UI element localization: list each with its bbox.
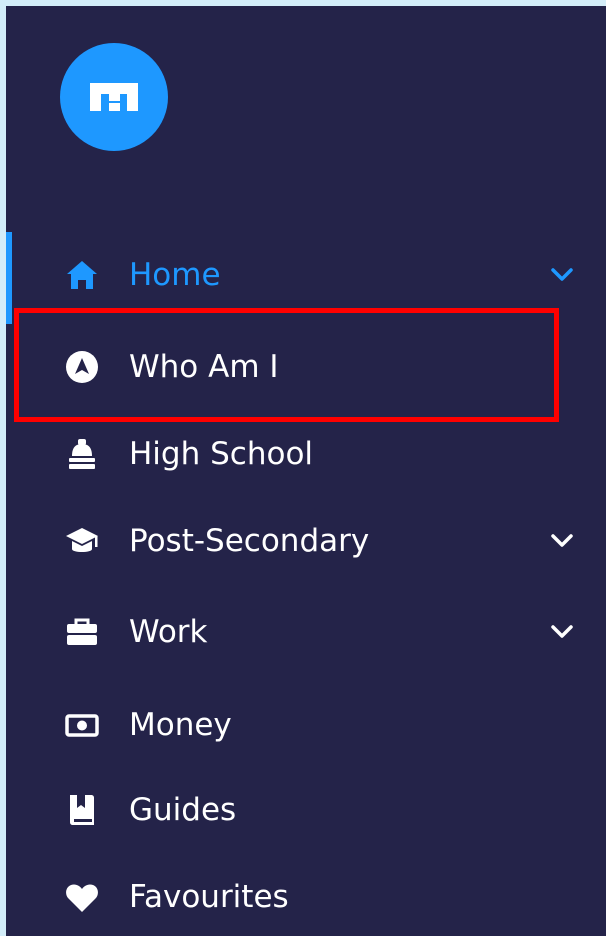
sidebar-item-label: High School (129, 436, 314, 472)
chevron-down-icon[interactable] (548, 620, 576, 644)
sidebar-item-favourites[interactable]: Favourites (6, 867, 606, 927)
sidebar-item-home[interactable]: Home (6, 245, 606, 305)
m-logo-icon (90, 83, 138, 111)
app-logo[interactable] (60, 43, 168, 151)
chevron-down-icon[interactable] (548, 263, 576, 287)
sidebar-item-label: Post-Secondary (129, 523, 370, 559)
sidebar-item-post-secondary[interactable]: Post-Secondary (6, 511, 606, 571)
sidebar-item-label: Guides (129, 792, 237, 828)
sidebar-item-label: Work (129, 614, 208, 650)
book-icon (64, 792, 100, 828)
school-bell-icon (64, 436, 100, 472)
sidebar-item-label: Money (129, 707, 232, 743)
graduation-cap-icon (64, 523, 100, 559)
home-icon (64, 257, 100, 293)
sidebar-item-label: Home (129, 257, 221, 293)
chevron-down-icon[interactable] (548, 529, 576, 553)
briefcase-icon (64, 614, 100, 650)
sidebar-item-high-school[interactable]: High School (6, 424, 606, 484)
sidebar-item-guides[interactable]: Guides (6, 780, 606, 840)
money-icon (64, 707, 100, 743)
sidebar-item-work[interactable]: Work (6, 602, 606, 662)
sidebar-item-money[interactable]: Money (6, 695, 606, 755)
heart-icon (64, 879, 100, 915)
sidebar: Home Who Am I High School Post-Secondary… (6, 6, 606, 936)
highlight-box (14, 308, 559, 422)
sidebar-item-label: Favourites (129, 879, 289, 915)
